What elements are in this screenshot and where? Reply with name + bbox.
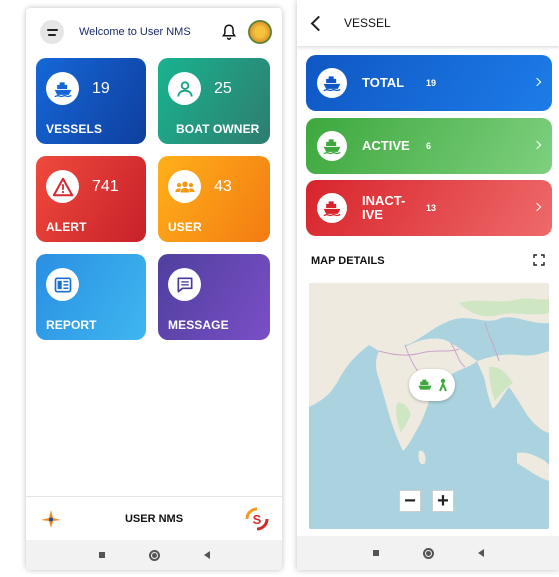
back-chevron-icon[interactable] [310,15,327,31]
vessel-title: VESSEL [344,16,391,30]
warning-icon [46,170,79,203]
boat-owner-count: 25 [214,80,232,97]
isro-logo-icon [41,509,61,528]
report-tile[interactable]: REPORT [36,254,146,340]
fullscreen-icon[interactable] [533,254,545,266]
android-nav-bar [297,536,559,570]
home-icon[interactable] [422,547,434,559]
zoom-in-button[interactable]: + [432,490,454,512]
boat-owner-label: BOAT OWNER [176,122,260,136]
footer-title: USER NMS [124,512,184,525]
alert-label: ALERT [46,220,87,234]
dashboard-header: Welcome to User NMS [26,8,282,56]
menu-icon[interactable] [40,20,64,44]
bell-icon[interactable] [220,23,238,41]
ship-icon [317,193,347,223]
chevron-right-icon [532,140,542,150]
ship-icon [46,72,79,105]
home-icon[interactable] [148,549,160,561]
boat-owner-tile[interactable]: 25 BOAT OWNER [158,58,270,144]
total-vessels-card[interactable]: TOTAL 19 [306,55,552,111]
message-label: MESSAGE [168,318,229,332]
back-icon[interactable] [477,549,484,557]
active-vessels-card[interactable]: ACTIVE 6 [306,118,552,174]
group-icon [168,170,201,203]
inactive-label: INACT- IVE [362,193,406,222]
inactive-vessels-card[interactable]: INACT- IVE 13 [306,180,552,236]
report-icon [46,268,79,301]
svg-text:S: S [253,512,262,527]
report-label: REPORT [46,318,97,332]
state-emblem-icon[interactable] [248,20,272,44]
total-label: TOTAL [362,75,405,90]
vessel-screen: VESSEL TOTAL 19 ACTIVE 6 INACT- IVE 13 M… [297,0,559,570]
recent-apps-icon[interactable] [372,550,379,556]
dashboard-screen: Welcome to User NMS 19 VESSELS 25 BOAT O… [26,8,282,570]
active-label: ACTIVE [362,138,410,153]
vessels-tile[interactable]: 19 VESSELS [36,58,146,144]
vessel-marker-icon[interactable] [409,369,455,401]
active-count: 6 [426,141,432,151]
message-tile[interactable]: MESSAGE [158,254,270,340]
vessels-count: 19 [92,80,110,97]
vessels-label: VESSELS [46,122,103,136]
ship-icon [317,131,347,161]
recent-apps-icon[interactable] [98,552,105,558]
user-label: USER [168,220,202,234]
screenshot-root: Welcome to User NMS 19 VESSELS 25 BOAT O… [0,0,559,577]
s-logo-icon: S [245,507,269,530]
map-details-title: MAP DETAILS [311,255,385,267]
back-icon[interactable] [203,551,210,559]
alert-count: 741 [92,178,119,195]
user-count: 43 [214,178,232,195]
chevron-right-icon [532,77,542,87]
message-icon [168,268,201,301]
vessel-header: VESSEL [297,0,559,46]
user-tile[interactable]: 43 USER [158,156,270,242]
map-zoom-controls: − + [399,490,454,512]
android-nav-bar [26,540,282,570]
ship-icon [317,68,347,98]
person-icon [168,72,201,105]
alert-tile[interactable]: 741 ALERT [36,156,146,242]
dashboard-footer: USER NMS S [26,496,282,540]
zoom-out-button[interactable]: − [399,490,421,512]
inactive-count: 13 [426,203,437,213]
welcome-title: Welcome to User NMS [79,26,191,38]
total-count: 19 [426,78,437,88]
dashboard-tiles: 19 VESSELS 25 BOAT OWNER 741 ALERT 43 US… [36,58,272,340]
chevron-right-icon [532,202,542,212]
